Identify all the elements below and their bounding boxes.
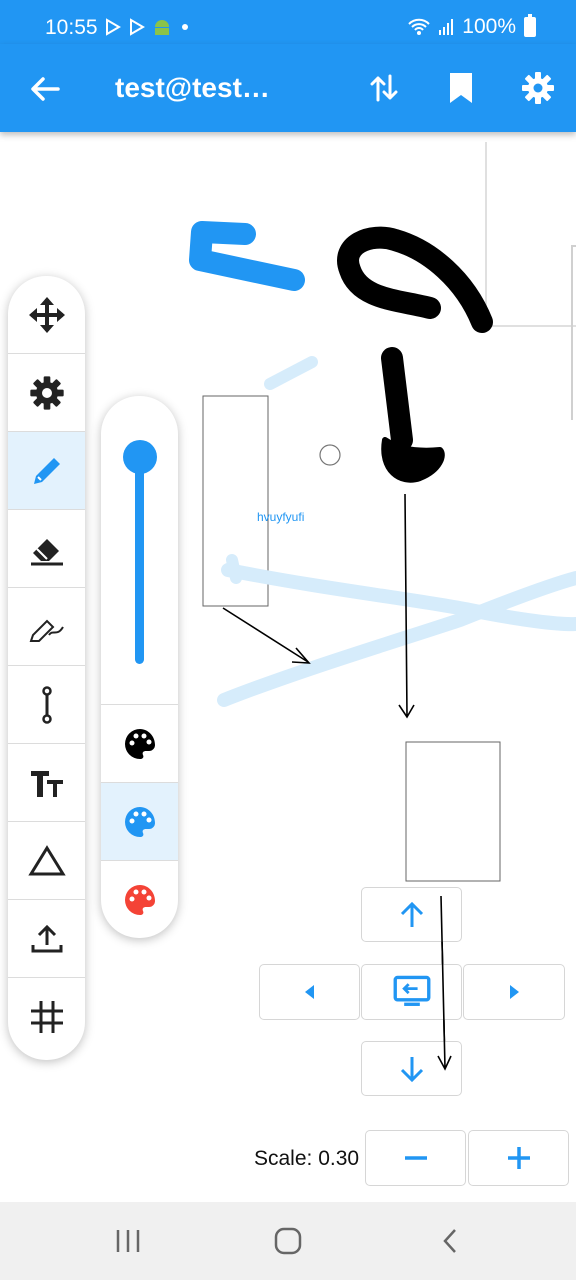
signal-icon	[439, 19, 454, 35]
reset-view-button[interactable]	[361, 964, 462, 1020]
pencil-icon	[33, 457, 60, 484]
line-segment-icon	[41, 685, 52, 724]
android-icon	[155, 20, 169, 35]
grid-icon	[30, 1001, 63, 1033]
play-store-icon	[106, 18, 121, 36]
wifi-icon	[408, 18, 430, 35]
caret-right-icon	[510, 985, 519, 999]
status-notification-icons	[104, 18, 192, 36]
arrow-left-icon[interactable]	[28, 72, 62, 106]
stroke-blue	[189, 221, 305, 291]
slider-thumb[interactable]	[123, 440, 157, 474]
palette-icon	[124, 728, 155, 759]
stroke-black-loop	[337, 226, 493, 333]
arrow-down-icon	[400, 1056, 423, 1082]
caret-left-icon	[304, 985, 314, 999]
color-panel	[101, 396, 178, 938]
tool-line[interactable]	[8, 666, 85, 744]
minus-icon	[404, 1156, 427, 1160]
text-size-icon	[30, 770, 63, 797]
shape-circle	[319, 444, 341, 466]
recent-apps-icon[interactable]	[113, 1226, 143, 1256]
screen-reset-icon	[393, 975, 430, 1006]
tool-highlighter[interactable]	[8, 588, 85, 666]
zoom-in-button[interactable]	[468, 1130, 569, 1186]
pan-up-button[interactable]	[361, 887, 462, 942]
color-swatch-black[interactable]	[101, 704, 178, 782]
app-bar: test@test…	[0, 44, 576, 132]
palette-icon	[124, 806, 155, 837]
tool-pen[interactable]	[8, 432, 85, 510]
pan-left-button[interactable]	[259, 964, 360, 1020]
gear-icon	[29, 375, 64, 410]
zoom-out-button[interactable]	[365, 1130, 466, 1186]
back-icon[interactable]	[435, 1226, 465, 1256]
upload-icon	[31, 924, 62, 952]
status-right: 100%	[408, 14, 536, 39]
plus-icon	[507, 1147, 530, 1169]
tool-move[interactable]	[8, 276, 85, 354]
tool-shape[interactable]	[8, 822, 85, 900]
status-time: 10:55	[45, 16, 98, 39]
eraser-icon	[30, 538, 63, 565]
highlighter-icon	[29, 619, 64, 642]
drawing-canvas[interactable]	[0, 132, 576, 1202]
move-icon	[28, 296, 65, 333]
triangle-icon	[27, 844, 66, 875]
swap-vertical-icon[interactable]	[366, 70, 402, 106]
page-title: test@test…	[115, 72, 270, 103]
pan-down-button[interactable]	[361, 1041, 462, 1096]
dot-icon	[182, 24, 188, 30]
arrow-up-icon	[400, 901, 423, 927]
bookmark-icon[interactable]	[443, 70, 479, 106]
battery-icon	[524, 14, 536, 37]
tool-export[interactable]	[8, 900, 85, 978]
battery-percent: 100%	[462, 15, 516, 38]
home-icon[interactable]	[273, 1226, 303, 1256]
pan-right-button[interactable]	[463, 964, 565, 1020]
tool-text[interactable]	[8, 744, 85, 822]
shape-rectangle-2	[405, 741, 501, 882]
play-store-icon	[130, 18, 145, 36]
tool-palette	[8, 276, 85, 1060]
stroke-lightblue	[264, 356, 318, 390]
stroke-size-slider[interactable]	[101, 396, 178, 704]
arrow-diagonal	[222, 607, 311, 664]
gear-icon[interactable]	[520, 70, 556, 106]
system-navigation-bar	[0, 1202, 576, 1280]
tool-grid[interactable]	[8, 978, 85, 1056]
slider-track	[135, 448, 144, 664]
tool-eraser[interactable]	[8, 510, 85, 588]
zoom-scale-label: Scale: 0.30	[254, 1147, 360, 1170]
palette-icon	[124, 884, 155, 915]
canvas-text-annotation[interactable]: hvuyfyufi	[257, 510, 304, 524]
tool-settings[interactable]	[8, 354, 85, 432]
color-swatch-blue[interactable]	[101, 782, 178, 860]
color-swatch-red[interactable]	[101, 860, 178, 938]
stroke-black-arrow	[381, 347, 413, 451]
